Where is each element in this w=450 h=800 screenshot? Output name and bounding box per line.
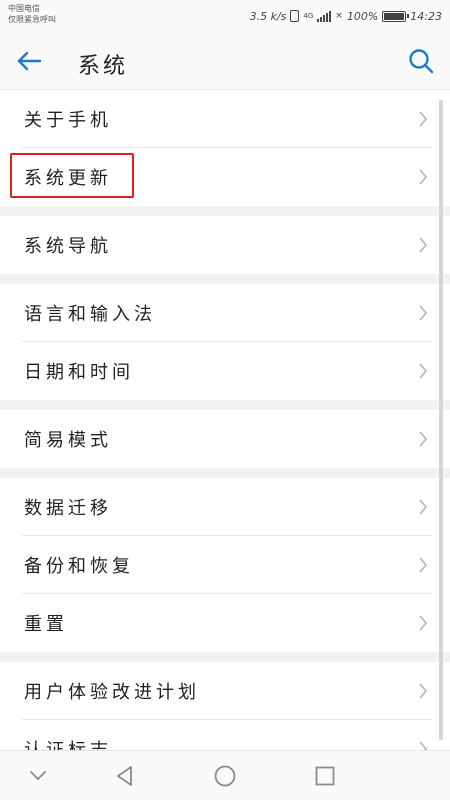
- chevron-right-icon: [419, 683, 428, 699]
- clock: 14:23: [410, 9, 442, 23]
- item-label: 系统导航: [24, 236, 112, 257]
- item-label: 重置: [24, 614, 68, 635]
- carrier-name: 中国电信: [8, 4, 40, 13]
- chevron-right-icon: [419, 615, 428, 631]
- chevron-right-icon: [419, 557, 428, 573]
- search-icon: [409, 49, 434, 74]
- carrier-info: 中国电信 仅限紧急呼叫: [8, 3, 56, 25]
- system-navigation-item[interactable]: 系统导航: [0, 216, 450, 274]
- reset-item[interactable]: 重置: [0, 594, 450, 652]
- date-time-item[interactable]: 日期和时间: [0, 342, 450, 400]
- scrollbar[interactable]: [439, 100, 443, 740]
- settings-group: 系统导航: [0, 216, 450, 274]
- network-type: 4G: [303, 11, 314, 20]
- settings-list[interactable]: 关于手机 系统更新 系统导航 语言和输入法 日期和时间 简易模式 数据迁移 备份…: [0, 90, 450, 750]
- battery-percent: 100%: [346, 9, 379, 23]
- item-label: 备份和恢复: [24, 556, 134, 577]
- vibrate-icon: [290, 10, 300, 22]
- chevron-right-icon: [419, 169, 428, 185]
- chevron-right-icon: [419, 741, 428, 750]
- backup-restore-item[interactable]: 备份和恢复: [0, 536, 450, 594]
- no-signal-icon: ×: [335, 11, 343, 21]
- back-button[interactable]: [12, 44, 46, 78]
- navigation-bar: [0, 750, 450, 800]
- item-label: 系统更新: [24, 168, 112, 189]
- emergency-only-text: 仅限紧急呼叫: [8, 15, 56, 24]
- item-label: 用户体验改进计划: [24, 682, 200, 703]
- app-bar: 系统: [0, 32, 450, 90]
- settings-group: 关于手机 系统更新: [0, 90, 450, 206]
- item-label: 语言和输入法: [24, 304, 156, 325]
- chevron-right-icon: [419, 499, 428, 515]
- about-phone-item[interactable]: 关于手机: [0, 90, 450, 148]
- language-input-item[interactable]: 语言和输入法: [0, 284, 450, 342]
- settings-group: 简易模式: [0, 410, 450, 468]
- settings-group: 语言和输入法 日期和时间: [0, 284, 450, 400]
- item-label: 数据迁移: [24, 498, 112, 519]
- status-icons: 3.5 k/s 4G × 100% 14:23: [250, 7, 442, 25]
- status-bar: 中国电信 仅限紧急呼叫 3.5 k/s 4G × 100% 14:23: [0, 0, 450, 32]
- search-button[interactable]: [404, 44, 438, 78]
- user-experience-item[interactable]: 用户体验改进计划: [0, 662, 450, 720]
- chevron-right-icon: [419, 431, 428, 447]
- item-label: 简易模式: [24, 430, 112, 451]
- data-migration-item[interactable]: 数据迁移: [0, 478, 450, 536]
- chevron-right-icon: [419, 237, 428, 253]
- settings-group: 数据迁移 备份和恢复 重置: [0, 478, 450, 652]
- home-circle-icon: [214, 765, 236, 787]
- recents-square-icon: [315, 766, 335, 786]
- item-label: 认证标志: [24, 736, 112, 750]
- battery-icon: [382, 10, 410, 22]
- chevron-right-icon: [419, 305, 428, 321]
- settings-group: 用户体验改进计划 认证标志: [0, 662, 450, 750]
- home-button[interactable]: [212, 763, 238, 789]
- item-label: 日期和时间: [24, 362, 134, 383]
- back-triangle-icon: [117, 766, 132, 786]
- simple-mode-item[interactable]: 简易模式: [0, 410, 450, 468]
- nav-back-button[interactable]: [112, 763, 138, 789]
- chevron-right-icon: [419, 111, 428, 127]
- page-title: 系统: [78, 54, 129, 79]
- system-update-item[interactable]: 系统更新: [0, 148, 450, 206]
- network-speed: 3.5 k/s: [249, 9, 287, 23]
- hide-keyboard-icon: [30, 771, 46, 781]
- recents-button[interactable]: [312, 763, 338, 789]
- chevron-right-icon: [419, 363, 428, 379]
- back-arrow-icon: [17, 51, 42, 71]
- item-label: 关于手机: [24, 110, 112, 131]
- certification-logos-item[interactable]: 认证标志: [0, 720, 450, 750]
- hide-keyboard-button[interactable]: [25, 763, 51, 789]
- signal-icon: [317, 10, 332, 22]
